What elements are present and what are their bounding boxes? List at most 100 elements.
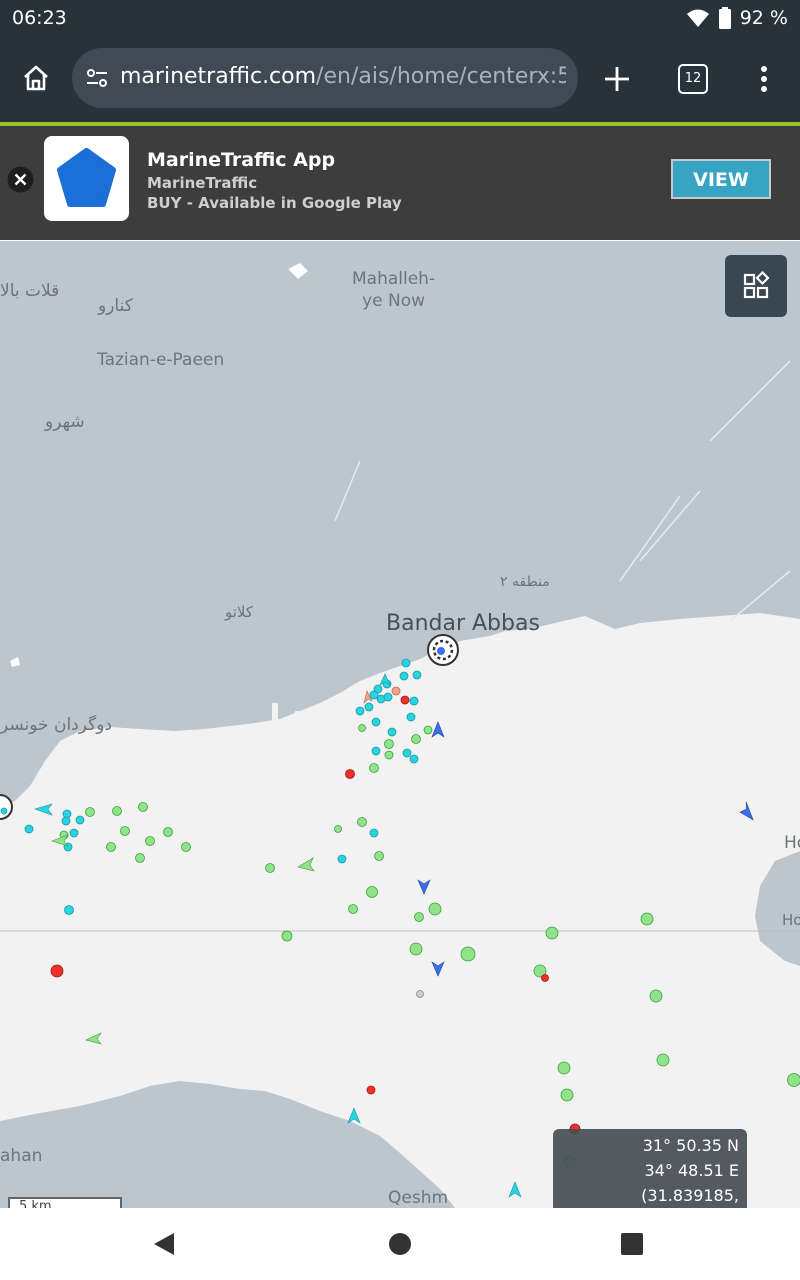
vessel-marker[interactable] [374, 851, 384, 861]
home-nav-icon[interactable] [387, 1231, 413, 1257]
vessel-marker[interactable] [181, 842, 191, 852]
vessel-marker[interactable] [120, 826, 130, 836]
vessel-marker[interactable] [383, 692, 393, 702]
vessel-marker[interactable] [334, 825, 342, 833]
vessel-marker[interactable] [357, 817, 367, 827]
vessel-arrow[interactable] [508, 1181, 522, 1198]
wifi-icon [686, 9, 709, 27]
coord-decimal: (31.839185, 34.808437) [641, 1186, 739, 1208]
vessel-marker[interactable] [414, 912, 424, 922]
vessel-marker[interactable] [369, 828, 379, 838]
cursor-coordinates: 31° 50.35 N 34° 48.51 E (31.839185, 34.8… [553, 1129, 747, 1208]
vessel-marker[interactable] [24, 824, 34, 834]
vessel-marker[interactable] [428, 902, 442, 916]
vessel-marker[interactable] [545, 926, 559, 940]
vessel-marker[interactable] [366, 886, 378, 898]
app-title: MarineTraffic App [147, 149, 336, 171]
vessel-arrow[interactable] [347, 1107, 361, 1124]
vessel-marker[interactable] [69, 828, 79, 838]
vessel-marker[interactable] [406, 712, 416, 722]
vessel-arrow[interactable] [431, 961, 445, 977]
vessel-marker[interactable] [649, 989, 663, 1003]
vessel-marker[interactable] [50, 964, 64, 978]
vessel-marker[interactable] [411, 734, 421, 744]
vessel-marker[interactable] [75, 815, 85, 825]
vessel-marker[interactable] [401, 658, 411, 668]
vessel-marker[interactable] [135, 853, 145, 863]
vessel-marker[interactable] [358, 724, 366, 732]
url-path: /en/ais/home/centerx:5 [316, 64, 566, 89]
vessel-marker[interactable] [112, 806, 122, 816]
vessel-marker[interactable] [400, 695, 410, 705]
port-marker[interactable] [427, 634, 459, 666]
recents-icon[interactable] [620, 1232, 644, 1256]
vessel-marker[interactable] [345, 769, 355, 779]
vessel-marker[interactable] [85, 807, 95, 817]
vessel-marker[interactable] [656, 1053, 670, 1067]
url-text[interactable]: marinetraffic.com/en/ais/home/centerx:5 [120, 64, 566, 89]
vessel-marker[interactable] [348, 904, 358, 914]
layers-grid-icon [743, 270, 770, 299]
vessel-marker[interactable] [106, 842, 116, 852]
vessel-marker[interactable] [423, 725, 433, 735]
vessel-marker[interactable] [163, 827, 173, 837]
vessel-marker[interactable] [138, 802, 148, 812]
vessel-marker[interactable] [391, 686, 401, 696]
vessel-marker[interactable] [399, 671, 409, 681]
vessel-marker[interactable] [541, 974, 549, 982]
vessel-arrow[interactable] [431, 721, 445, 738]
vessel-marker[interactable] [145, 836, 155, 846]
vessel-marker[interactable] [366, 1085, 376, 1095]
new-tab-icon[interactable] [603, 65, 631, 93]
vessel-marker[interactable] [387, 727, 397, 737]
vessel-arrow[interactable] [85, 1032, 102, 1045]
port-marker-left[interactable] [0, 794, 13, 820]
url-domain: marinetraffic.com [120, 64, 317, 89]
system-nav-bar [0, 1208, 800, 1280]
vessel-marker[interactable] [640, 912, 654, 926]
vessel-marker[interactable] [61, 816, 71, 826]
vessel-layer[interactable] [0, 241, 800, 1208]
marinetraffic-logo-icon [57, 148, 116, 207]
vessel-marker[interactable] [409, 696, 419, 706]
vessel-marker[interactable] [384, 750, 394, 760]
vessel-marker[interactable] [402, 748, 412, 758]
vessel-arrow[interactable] [417, 879, 431, 895]
vessel-marker[interactable] [364, 702, 374, 712]
vessel-arrow[interactable] [34, 803, 53, 816]
address-bar[interactable]: marinetraffic.com/en/ais/home/centerx:5 [72, 48, 578, 108]
vessel-marker[interactable] [787, 1073, 800, 1087]
vessel-marker[interactable] [409, 754, 419, 764]
vessel-marker[interactable] [355, 706, 365, 716]
map-scale-bar: 5 km [8, 1197, 122, 1208]
battery-icon [718, 7, 731, 29]
map-layers-button[interactable] [725, 255, 787, 317]
back-icon[interactable] [151, 1231, 177, 1257]
browser-toolbar: marinetraffic.com/en/ais/home/centerx:5 … [0, 38, 800, 122]
map-canvas[interactable]: قلات بالا کنارو Mahalleh- ye Now Tazian-… [0, 241, 800, 1208]
vessel-marker[interactable] [371, 717, 381, 727]
vessel-marker[interactable] [371, 746, 381, 756]
app-logo [44, 136, 129, 221]
vessel-marker[interactable] [460, 946, 476, 962]
vessel-marker[interactable] [281, 930, 293, 942]
vessel-marker[interactable] [265, 863, 275, 873]
vessel-marker[interactable] [412, 670, 422, 680]
vessel-marker[interactable] [416, 990, 424, 998]
vessel-marker[interactable] [560, 1088, 574, 1102]
vessel-arrow[interactable] [739, 801, 759, 821]
vessel-marker[interactable] [64, 905, 74, 915]
vessel-marker[interactable] [409, 942, 423, 956]
vessel-marker[interactable] [384, 739, 394, 749]
vessel-marker[interactable] [557, 1061, 571, 1075]
close-banner-icon[interactable] [7, 166, 34, 193]
more-options-icon[interactable] [758, 65, 770, 93]
vessel-arrow[interactable] [297, 857, 315, 872]
vessel-marker[interactable] [337, 854, 347, 864]
site-settings-icon[interactable] [85, 67, 109, 89]
vessel-marker[interactable] [369, 763, 379, 773]
home-icon[interactable] [22, 64, 50, 92]
tab-switcher-button[interactable]: 12 [678, 64, 708, 94]
view-app-button[interactable]: VIEW [671, 159, 771, 199]
vessel-marker[interactable] [0, 807, 8, 815]
